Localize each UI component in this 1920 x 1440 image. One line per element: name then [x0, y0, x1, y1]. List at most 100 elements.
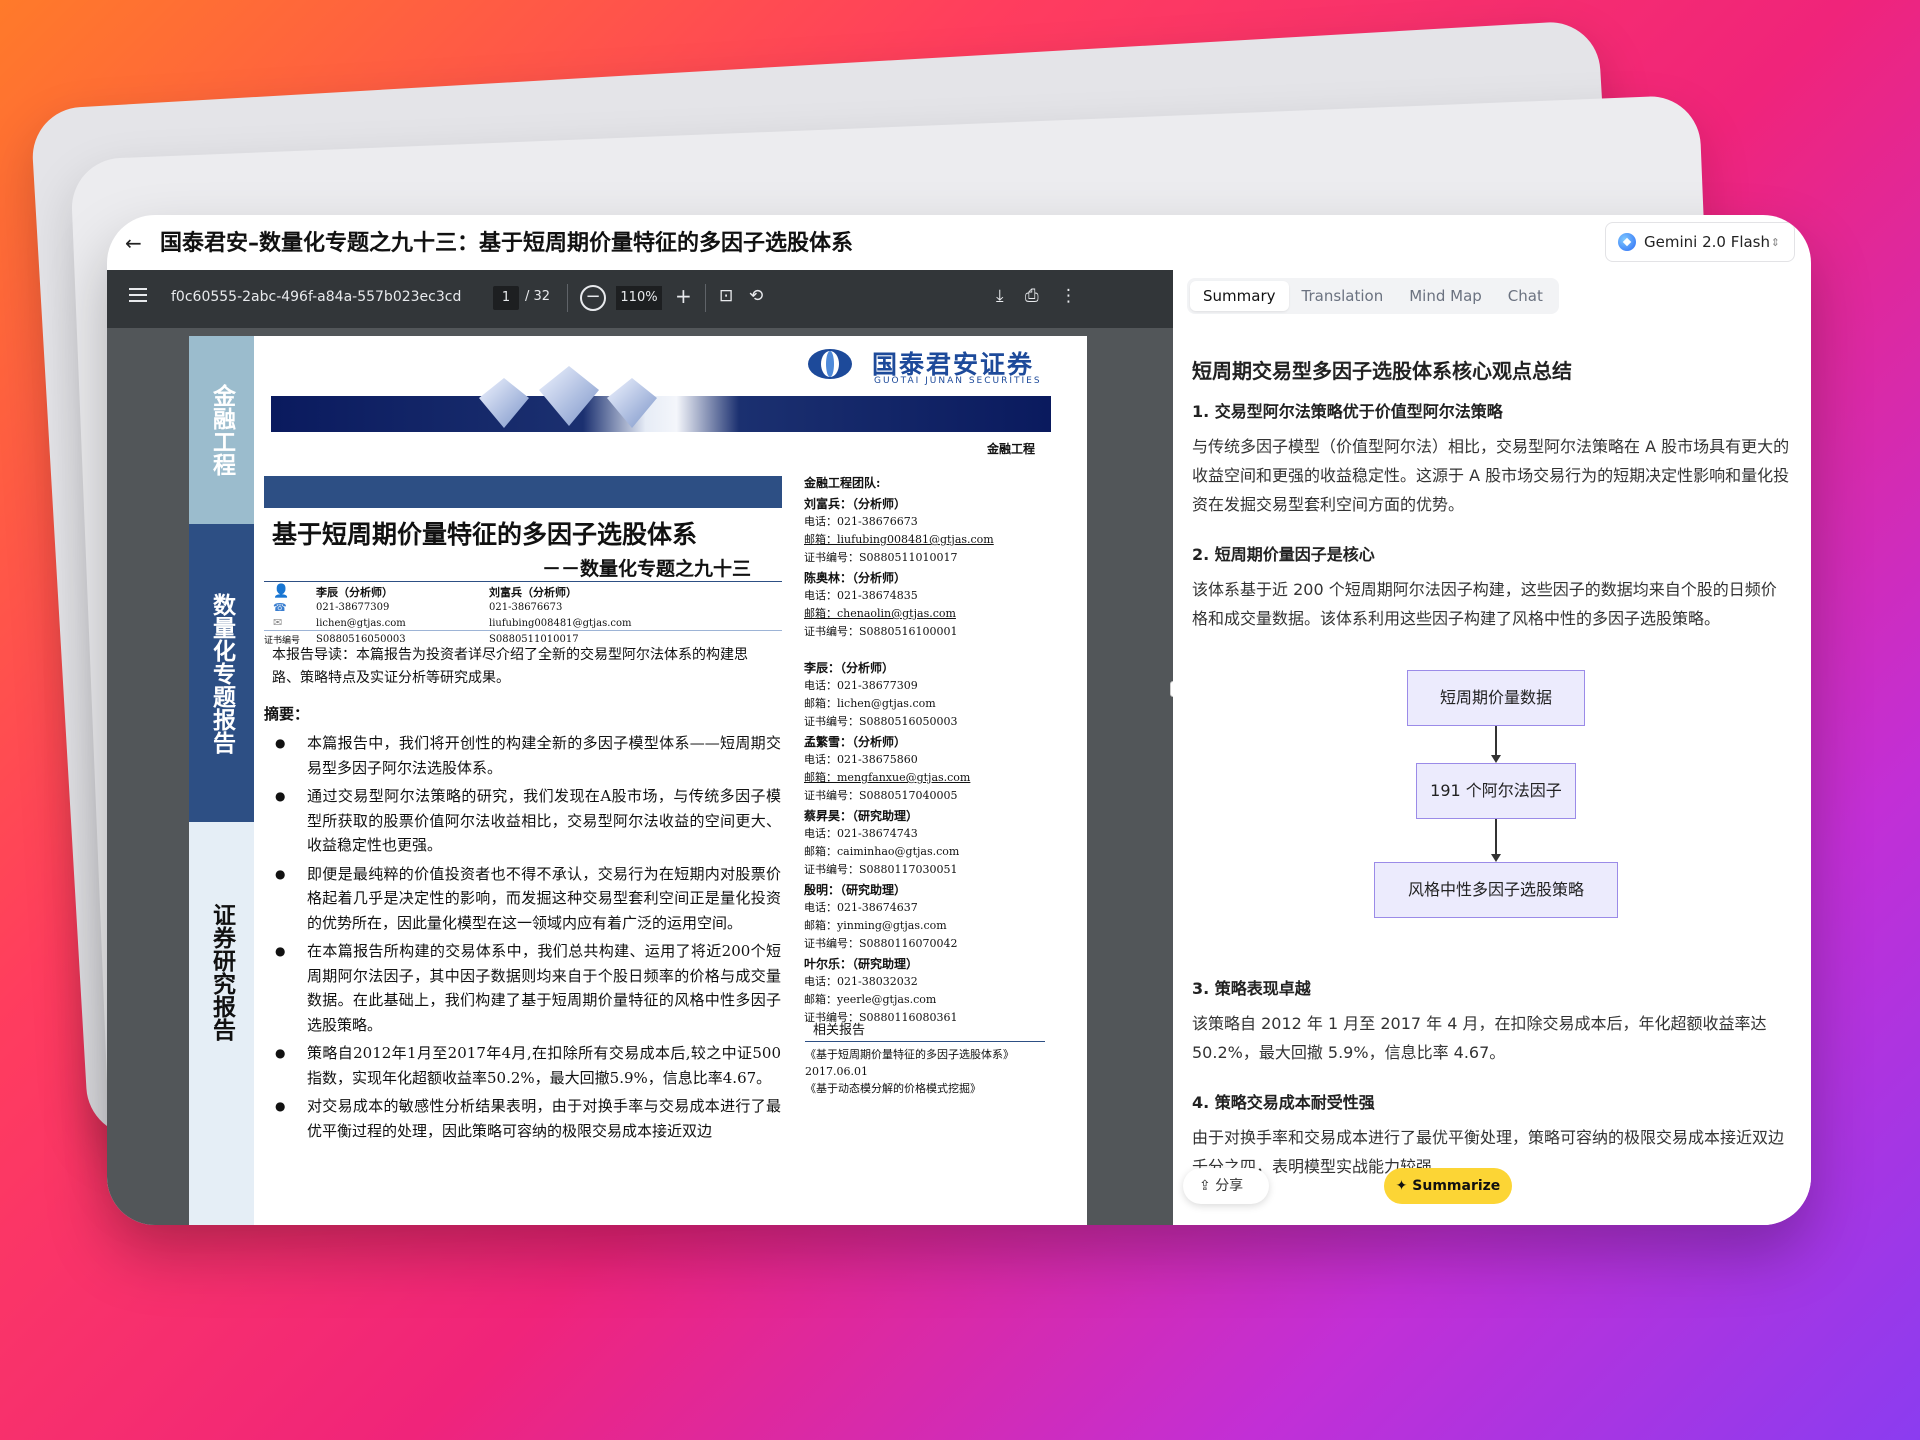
tab-chat[interactable]: Chat: [1495, 281, 1556, 311]
related-item: 《基于动态模分解的价格模式挖掘》: [805, 1080, 1045, 1097]
flow-connector: [1495, 819, 1497, 855]
section-text: 该策略自 2012 年 1 月至 2017 年 4 月，在扣除交易成本后，年化超…: [1192, 1009, 1792, 1067]
chevron-updown-icon: ⇕: [1771, 236, 1780, 249]
author-phone: 021-38677309: [316, 602, 389, 613]
flow-arrow-icon: [1491, 854, 1501, 862]
team-member-email[interactable]: 邮箱：chenaolin@gtjas.com: [804, 605, 1044, 623]
flow-arrow-icon: [1491, 755, 1501, 763]
author-name: 李辰（分析师）: [316, 586, 393, 599]
tab-translation[interactable]: Translation: [1289, 281, 1397, 311]
more-vert-icon[interactable]: ⋮: [1060, 286, 1077, 306]
author-email: liufubing008481@gtjas.com: [489, 618, 632, 629]
team-member-email: 邮箱：yinming@gtjas.com: [804, 917, 1044, 935]
team-member-email[interactable]: 邮箱：mengfanxue@gtjas.com: [804, 769, 1044, 787]
flow-node: 风格中性多因子选股策略: [1374, 862, 1618, 918]
team-list: 金融工程团队: 刘富兵：（分析师） 电话：021-38676673 邮箱：liu…: [804, 474, 1044, 1027]
summarize-label: Summarize: [1412, 1178, 1500, 1194]
team-member-phone: 电话：021-38674835: [804, 587, 1044, 605]
mail-icon: ✉: [273, 616, 282, 629]
report-title: 基于短周期价量特征的多因子选股体系: [272, 515, 697, 551]
team-member-email: 邮箱：lichen@gtjas.com: [804, 695, 1044, 713]
team-member-cert: 证书编号：S0880511010017: [804, 549, 1044, 567]
section-heading: 2. 短周期价量因子是核心: [1192, 541, 1792, 565]
title-bar: ← 国泰君安–数量化专题之九十三：基于短周期价量特征的多因子选股体系 Gemin…: [107, 215, 1811, 270]
phone-icon: ☎: [273, 601, 287, 614]
download-icon[interactable]: ⤓: [996, 286, 1004, 306]
team-member-phone: 电话：021-38674743: [804, 825, 1044, 843]
team-member-name: 殷明：（研究助理）: [804, 881, 1044, 899]
related-item: 《基于短周期价量特征的多因子选股体系》: [805, 1046, 1045, 1063]
flow-node: 短周期价量数据: [1407, 670, 1585, 726]
team-member-name: 刘富兵：（分析师）: [804, 495, 1044, 513]
ai-panel: Summary Translation Mind Map Chat 短周期交易型…: [1173, 270, 1811, 1225]
author-email: lichen@gtjas.com: [316, 618, 406, 629]
toolbar-divider: [705, 284, 706, 312]
author-phone: 021-38676673: [489, 602, 562, 613]
app-window: ← 国泰君安–数量化专题之九十三：基于短周期价量特征的多因子选股体系 Gemin…: [107, 215, 1811, 1225]
header-banner: [271, 396, 1051, 432]
panel-tabs: Summary Translation Mind Map Chat: [1187, 278, 1559, 314]
menu-icon[interactable]: [129, 288, 147, 302]
team-member-email[interactable]: 邮箱：liufubing008481@gtjas.com: [804, 531, 1044, 549]
team-member-cert: 证书编号：S0880517040005: [804, 787, 1044, 805]
related-item: 2017.06.01: [805, 1063, 1045, 1080]
zoom-out-icon[interactable]: −: [580, 285, 606, 311]
zoom-in-icon[interactable]: +: [675, 284, 692, 308]
team-member-phone: 电话：021-38674637: [804, 899, 1044, 917]
pdf-page: 金融工程 数量化专题报告 证券研究报告 国泰君安证券 GUOTAI JUNAN …: [189, 336, 1087, 1225]
team-member-name: 陈奥林：（分析师）: [804, 569, 1044, 587]
pdf-filename: f0c60555-2abc-496f-a84a-557b023ec3cd: [171, 289, 461, 305]
share-icon: ⇪: [1199, 1178, 1215, 1194]
team-member-phone: 电话：021-38032032: [804, 973, 1044, 991]
report-subtitle: －－数量化专题之九十三: [542, 554, 751, 581]
back-arrow-icon[interactable]: ←: [125, 231, 142, 255]
team-member-name: 李辰：（分析师）: [804, 659, 1044, 677]
section-heading: 4. 策略交易成本耐受性强: [1192, 1089, 1792, 1113]
fit-page-icon[interactable]: ⊡: [719, 286, 733, 306]
toolbar-divider: [567, 284, 568, 312]
page-number-input[interactable]: 1: [493, 286, 519, 310]
list-item: 策略自2012年1月至2017年4月,在扣除所有交易成本后,较之中证500指数，…: [269, 1041, 781, 1090]
team-member-name: 蔡昇昊：（研究助理）: [804, 807, 1044, 825]
gemini-icon: [1618, 233, 1636, 251]
list-item: 对交易成本的敏感性分析结果表明，由于对换手率与交易成本进行了最优平衡过程的处理，…: [269, 1094, 781, 1143]
list-item: 本篇报告中，我们将开创性的构建全新的多因子模型体系——短周期交易型多因子阿尔法选…: [269, 731, 781, 780]
rotate-icon[interactable]: ⟲: [749, 286, 763, 306]
team-member-cert: 证书编号：S0880116070042: [804, 935, 1044, 953]
flow-node: 191 个阿尔法因子: [1416, 763, 1576, 819]
model-selector[interactable]: Gemini 2.0 Flash ⇕: [1605, 222, 1795, 262]
summary-content: 短周期交易型多因子选股体系核心观点总结 1. 交易型阿尔法策略优于价值型阿尔法策…: [1192, 355, 1792, 1203]
team-member-phone: 电话：021-38676673: [804, 513, 1044, 531]
tab-mind-map[interactable]: Mind Map: [1396, 281, 1495, 311]
abstract-heading: 摘要：: [264, 703, 309, 724]
title-bar-decoration: [264, 476, 782, 508]
team-member-phone: 电话：021-38675860: [804, 751, 1044, 769]
side-band-label: 证券研究报告: [189, 822, 254, 1122]
person-icon: 👤: [273, 584, 289, 599]
document-title: 国泰君安–数量化专题之九十三：基于短周期价量特征的多因子选股体系: [160, 225, 853, 257]
divider: [264, 630, 782, 631]
zoom-level[interactable]: 110%: [616, 286, 662, 310]
gtja-logo-icon: [806, 346, 854, 382]
team-member-name: 叶尔乐：（研究助理）: [804, 955, 1044, 973]
side-band-label: 数量化专题报告: [189, 524, 254, 822]
flow-diagram: 短周期价量数据 191 个阿尔法因子 风格中性多因子选股策略: [1192, 655, 1792, 955]
team-heading: 金融工程团队:: [804, 474, 1044, 492]
section-heading: 3. 策略表现卓越: [1192, 975, 1792, 999]
model-label: Gemini 2.0 Flash: [1644, 233, 1770, 251]
sparkle-icon: ✦: [1396, 1178, 1413, 1194]
share-label: 分享: [1215, 1178, 1243, 1194]
print-icon[interactable]: ⎙: [1025, 286, 1039, 306]
related-heading: 相关报告: [805, 1022, 1045, 1042]
section-text: 该体系基于近 200 个短周期阿尔法因子构建，这些因子的数据均来自个股的日频价格…: [1192, 575, 1792, 633]
section-heading: 1. 交易型阿尔法策略优于价值型阿尔法策略: [1192, 398, 1792, 422]
summarize-button[interactable]: ✦ Summarize: [1384, 1168, 1512, 1204]
abstract-list: 本篇报告中，我们将开创性的构建全新的多因子模型体系——短周期交易型多因子阿尔法选…: [269, 731, 781, 1147]
page-total: / 32: [525, 289, 550, 304]
team-member-name: 孟繁雪：（分析师）: [804, 733, 1044, 751]
report-guide: 本报告导读：本篇报告为投资者详尽介绍了全新的交易型阿尔法体系的构建思路、策略特点…: [272, 644, 772, 690]
summary-title: 短周期交易型多因子选股体系核心观点总结: [1192, 355, 1792, 384]
share-button[interactable]: ⇪ 分享: [1183, 1168, 1269, 1204]
pdf-viewer: f0c60555-2abc-496f-a84a-557b023ec3cd 1 /…: [107, 270, 1173, 1225]
tab-summary[interactable]: Summary: [1190, 281, 1289, 311]
